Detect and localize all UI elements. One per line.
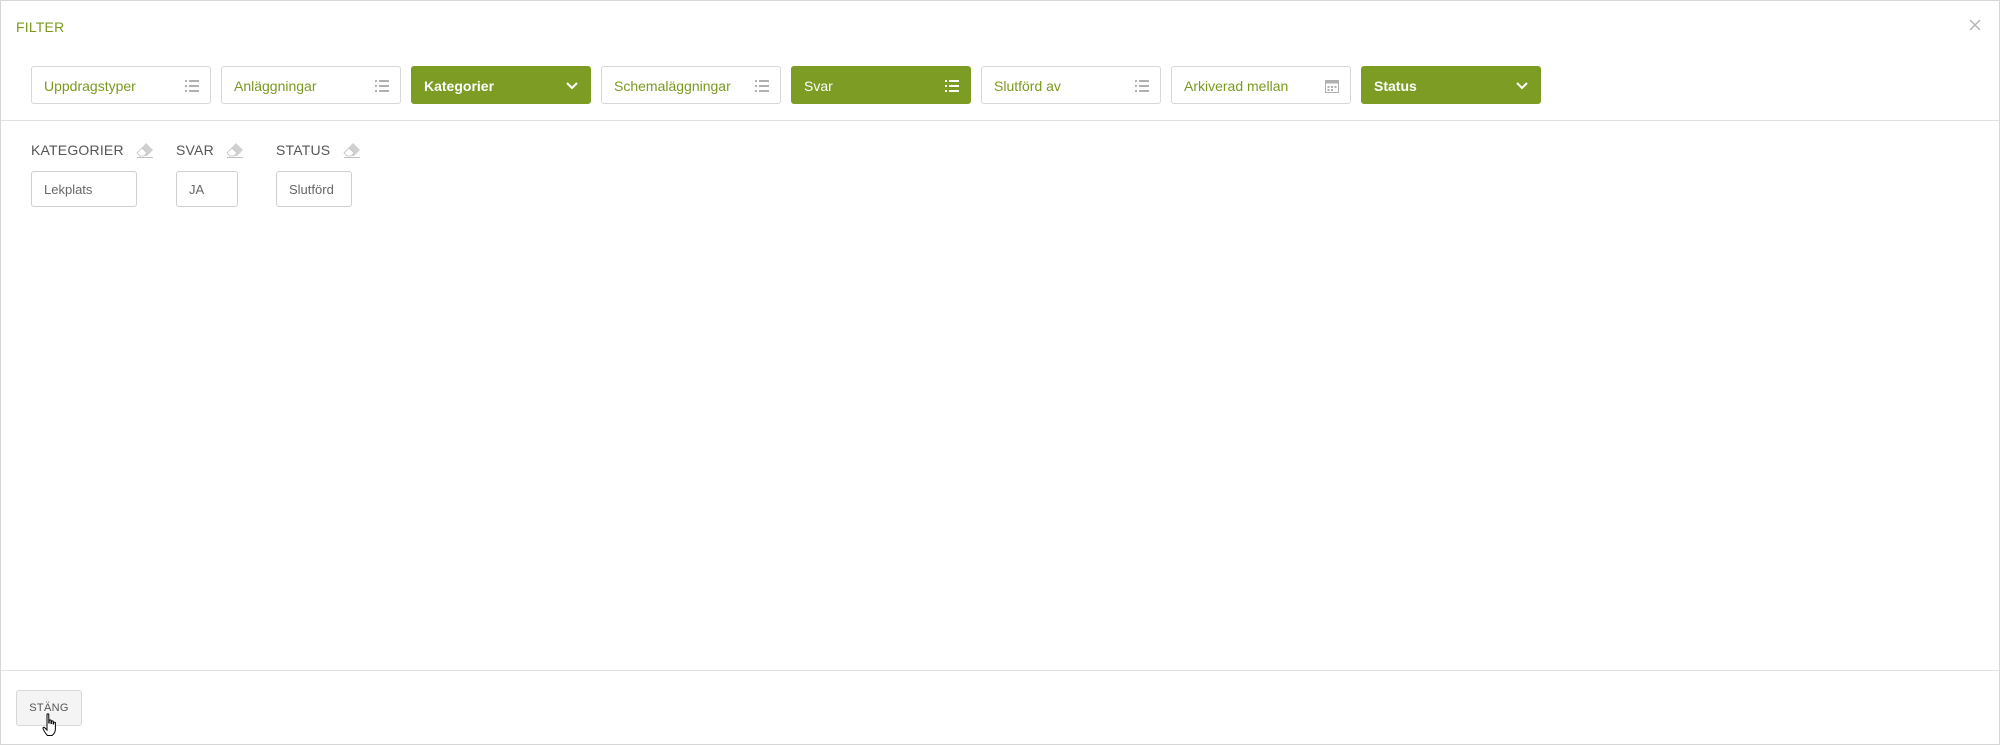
- eraser-icon[interactable]: [226, 142, 244, 158]
- filter-uppdragstyper[interactable]: Uppdragstyper: [31, 66, 211, 104]
- group-status: STATUS: [276, 141, 361, 159]
- calendar-icon: [1324, 78, 1340, 94]
- filter-arkiverad-mellan[interactable]: Arkiverad mellan: [1171, 66, 1351, 104]
- dialog-title: FILTER: [16, 19, 65, 35]
- dialog-footer: STÄNG: [1, 670, 1999, 744]
- filter-dialog: FILTER Uppdragstyper Anläggningar Katego…: [0, 0, 2000, 745]
- filter-label: Anläggningar: [234, 78, 317, 94]
- filter-svar[interactable]: Svar: [791, 66, 971, 104]
- group-title: KATEGORIER: [31, 141, 124, 158]
- chip-kategorier[interactable]: Lekplats: [31, 171, 137, 207]
- hand-cursor-icon: [42, 713, 60, 737]
- list-icon: [184, 78, 200, 94]
- list-icon: [374, 78, 390, 94]
- filter-status[interactable]: Status: [1361, 66, 1541, 104]
- eraser-icon[interactable]: [136, 142, 154, 158]
- list-icon: [1134, 78, 1150, 94]
- filter-label: Slutförd av: [994, 78, 1061, 94]
- filter-label: Schemaläggningar: [614, 78, 731, 94]
- dialog-header: FILTER: [1, 1, 1999, 53]
- filter-label: Uppdragstyper: [44, 78, 136, 94]
- group-kategorier: KATEGORIER: [31, 141, 154, 159]
- eraser-icon[interactable]: [343, 142, 361, 158]
- filter-kategorier[interactable]: Kategorier: [411, 66, 591, 104]
- filter-label: Arkiverad mellan: [1184, 78, 1289, 94]
- chevron-down-icon: [564, 78, 580, 94]
- list-icon: [944, 78, 960, 94]
- filter-label: Svar: [804, 78, 833, 94]
- list-icon: [754, 78, 770, 94]
- filter-slutford-av[interactable]: Slutförd av: [981, 66, 1161, 104]
- group-svar: SVAR: [176, 141, 244, 159]
- filter-label: Status: [1374, 78, 1417, 94]
- group-title: SVAR: [176, 141, 214, 158]
- close-icon[interactable]: [1965, 15, 1985, 35]
- chip-status[interactable]: Slutförd: [276, 171, 352, 207]
- filter-anlaggningar[interactable]: Anläggningar: [221, 66, 401, 104]
- chip-svar[interactable]: JA: [176, 171, 238, 207]
- filter-label: Kategorier: [424, 78, 495, 94]
- chevron-down-icon: [1514, 78, 1530, 94]
- group-title: STATUS: [276, 141, 331, 158]
- filter-toolbar: Uppdragstyper Anläggningar Kategorier Sc…: [1, 53, 1999, 121]
- filter-schemalaggningar[interactable]: Schemaläggningar: [601, 66, 781, 104]
